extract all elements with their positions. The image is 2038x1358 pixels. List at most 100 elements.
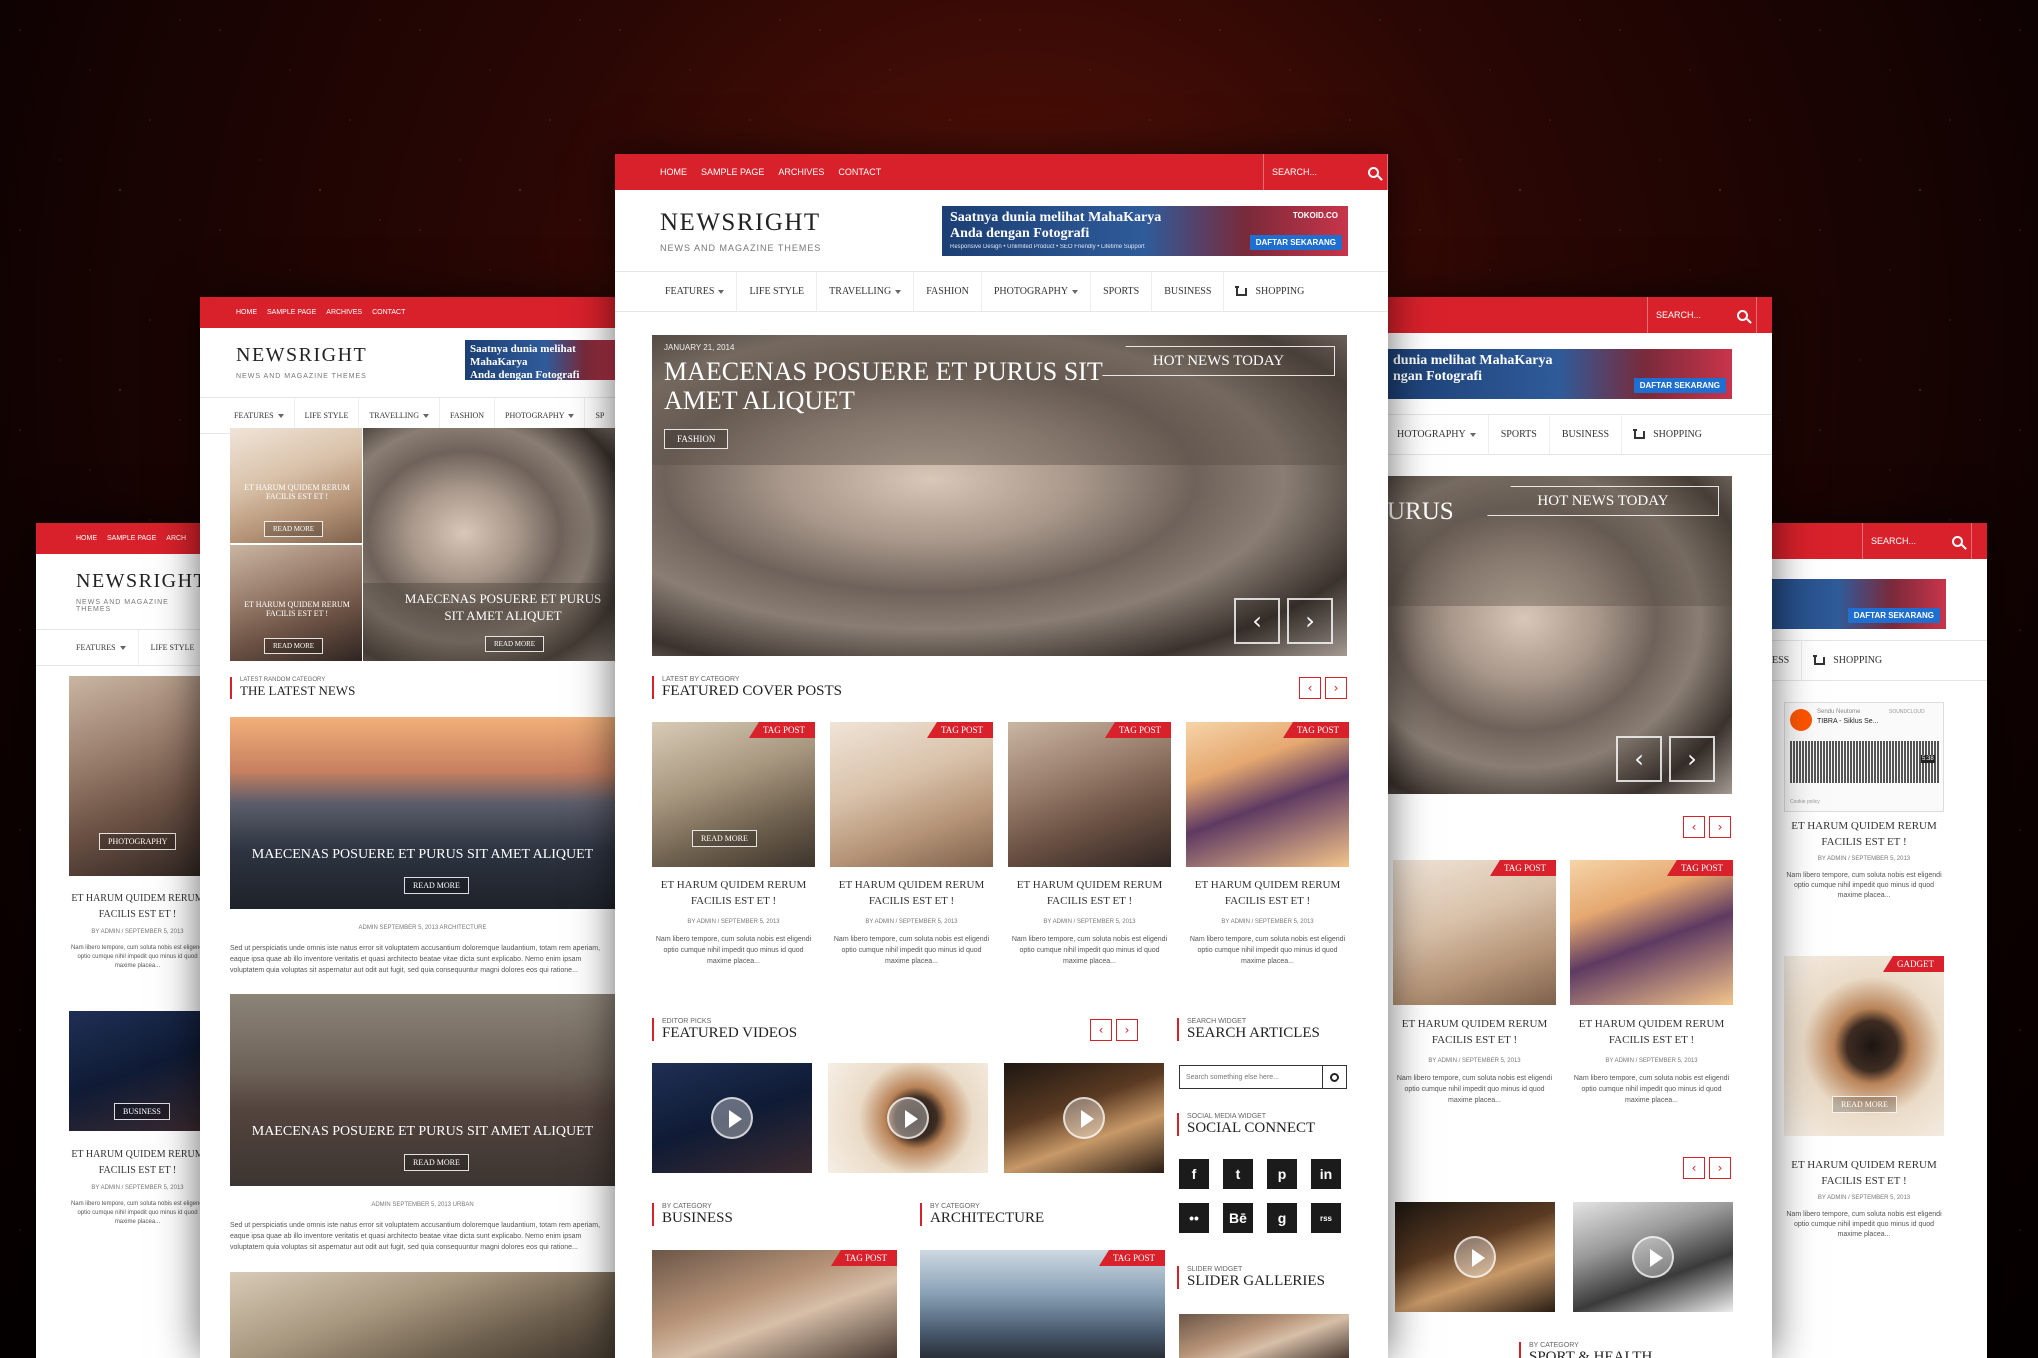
linkedin-icon[interactable]: in bbox=[1311, 1159, 1341, 1189]
gadget-tag[interactable]: GADGET bbox=[1883, 956, 1944, 972]
post-title-2[interactable]: ET HARUM QUIDEM RERUM FACILIS EST ET ! bbox=[69, 1147, 206, 1179]
video-thumb-1[interactable] bbox=[652, 1063, 812, 1173]
nav-travelling[interactable]: TRAVELLING bbox=[817, 272, 915, 311]
article-title-2[interactable]: MAECENAS POSUERE ET PURUS SIT AMET ALIQU… bbox=[230, 1124, 615, 1140]
post-title[interactable]: ET HARUM QUIDEM RERUM FACILIS EST ET ! bbox=[652, 877, 815, 909]
soundcloud-footer[interactable]: Cookie policy bbox=[1790, 799, 1820, 805]
site-logo[interactable]: NEWSRIGHT bbox=[76, 570, 206, 593]
play-icon[interactable] bbox=[887, 1097, 929, 1139]
post-image-business[interactable]: BUSINESS bbox=[69, 1011, 206, 1131]
gadget-post-image[interactable]: GADGET READ MORE bbox=[1784, 956, 1944, 1136]
top-menu-archives[interactable]: ARCHIVES bbox=[326, 309, 362, 316]
prev-slide-button[interactable]: ‹ bbox=[1234, 598, 1280, 644]
hero-title-fragment[interactable]: URUS bbox=[1387, 498, 1454, 526]
video-thumb-2[interactable] bbox=[828, 1063, 988, 1173]
google-icon[interactable]: g bbox=[1267, 1203, 1297, 1233]
tag-post-label[interactable]: TAG POST bbox=[1282, 722, 1349, 738]
search-box[interactable]: SEARCH... bbox=[1263, 154, 1388, 190]
top-menu-home[interactable]: HOME bbox=[236, 309, 257, 316]
site-logo[interactable]: NEWSRIGHT bbox=[660, 209, 821, 237]
next-arrow-button[interactable]: › bbox=[1116, 1019, 1138, 1041]
featured-post-image-3[interactable]: TAG POST bbox=[1008, 722, 1171, 867]
next-slide-button[interactable]: › bbox=[1669, 736, 1715, 782]
hero-category-button[interactable]: FASHION bbox=[664, 429, 729, 449]
tag-post-label[interactable]: TAG POST bbox=[748, 722, 815, 738]
post-title[interactable]: ET HARUM QUIDEM RERUM FACILIS EST ET ! bbox=[69, 891, 206, 923]
latest-article-image-3[interactable] bbox=[230, 1272, 615, 1358]
top-menu-archives[interactable]: ARCHIVES bbox=[778, 167, 824, 177]
hero-title[interactable]: MAECENAS POSUERE ET PURUS SIT AMET ALIQU… bbox=[664, 357, 1104, 415]
nav-photography[interactable]: HOTOGRAPHY bbox=[1385, 415, 1489, 454]
rss-icon[interactable]: rss bbox=[1311, 1203, 1341, 1233]
ad-banner[interactable]: Saatnya dunia melihat MahaKarya Anda den… bbox=[465, 340, 615, 381]
read-more-button[interactable]: READ MORE bbox=[692, 830, 757, 847]
top-menu-archives[interactable]: ARCH bbox=[166, 535, 186, 542]
latest-article-image-1[interactable]: MAECENAS POSUERE ET PURUS SIT AMET ALIQU… bbox=[230, 717, 615, 909]
search-box[interactable]: SEARCH... bbox=[1647, 297, 1757, 333]
ad-banner[interactable]: Saatnya dunia melihat MahaKarya Anda den… bbox=[942, 205, 1348, 256]
nav-shopping[interactable]: SHOPPING bbox=[1622, 415, 1714, 454]
tag-post-label[interactable]: TAG POST bbox=[1098, 1250, 1165, 1266]
nav-business[interactable]: BUSINESS bbox=[1152, 272, 1225, 311]
twitter-icon[interactable]: t bbox=[1223, 1159, 1253, 1189]
search-box[interactable]: SEARCH... bbox=[1862, 523, 1972, 559]
tag-post-label[interactable]: TAG POST bbox=[1489, 860, 1556, 876]
architecture-post-image[interactable]: TAG POST bbox=[920, 1250, 1165, 1358]
play-icon[interactable] bbox=[1063, 1097, 1105, 1139]
mosaic-tile-1[interactable]: ET HARUM QUIDEM RERUM FACILIS EST ET ! R… bbox=[230, 428, 362, 543]
play-icon[interactable] bbox=[1454, 1236, 1496, 1278]
post-title[interactable]: ET HARUM QUIDEM RERUM FACILIS EST ET ! bbox=[1186, 877, 1349, 909]
video-thumb-3[interactable] bbox=[1395, 1202, 1555, 1312]
post-title[interactable]: ET HARUM QUIDEM RERUM FACILIS EST ET ! bbox=[1784, 818, 1944, 850]
search-icon[interactable] bbox=[1952, 535, 1963, 547]
behance-icon[interactable]: Bē bbox=[1223, 1203, 1253, 1233]
top-menu-home[interactable]: HOME bbox=[76, 535, 97, 542]
read-more-button[interactable]: READ MORE bbox=[404, 1154, 469, 1171]
featured-post-image-2[interactable]: TAG POST bbox=[830, 722, 993, 867]
business-post-image[interactable]: TAG POST bbox=[652, 1250, 897, 1358]
post-title[interactable]: ET HARUM QUIDEM RERUM FACILIS EST ET ! bbox=[1393, 1016, 1556, 1048]
nav-sports[interactable]: SPORTS bbox=[1091, 272, 1153, 311]
pinterest-icon[interactable]: p bbox=[1267, 1159, 1297, 1189]
post-title[interactable]: ET HARUM QUIDEM RERUM FACILIS EST ET ! bbox=[1570, 1016, 1733, 1048]
hero-slider[interactable]: JANUARY 21, 2014 MAECENAS POSUERE ET PUR… bbox=[652, 335, 1347, 656]
post-title[interactable]: ET HARUM QUIDEM RERUM FACILIS EST ET ! bbox=[830, 877, 993, 909]
ad-cta-button[interactable]: DAFTAR SEKARANG bbox=[1249, 234, 1342, 250]
search-icon[interactable] bbox=[1737, 309, 1748, 321]
next-arrow-button[interactable]: › bbox=[1709, 1157, 1731, 1179]
prev-arrow-button[interactable]: ‹ bbox=[1683, 816, 1705, 838]
next-arrow-button[interactable]: › bbox=[1325, 677, 1347, 699]
featured-post-image-3[interactable]: TAG POST bbox=[1393, 860, 1556, 1005]
facebook-icon[interactable]: f bbox=[1179, 1159, 1209, 1189]
read-more-button[interactable]: READ MORE bbox=[264, 638, 324, 654]
top-menu-home[interactable]: HOME bbox=[660, 167, 687, 177]
search-input[interactable]: SEARCH... bbox=[1272, 167, 1317, 177]
prev-arrow-button[interactable]: ‹ bbox=[1299, 677, 1321, 699]
tag-post-label[interactable]: TAG POST bbox=[926, 722, 993, 738]
prev-slide-button[interactable]: ‹ bbox=[1616, 736, 1662, 782]
top-menu-contact[interactable]: CONTACT bbox=[838, 167, 881, 177]
read-more-button[interactable]: READ MORE bbox=[404, 877, 469, 894]
video-thumb-3[interactable] bbox=[1004, 1063, 1164, 1173]
top-menu-contact[interactable]: CONTACT bbox=[372, 309, 405, 316]
search-icon[interactable] bbox=[1368, 166, 1379, 178]
nav-features[interactable]: FEATURES bbox=[653, 272, 738, 311]
featured-post-image-4[interactable]: TAG POST bbox=[1186, 722, 1349, 867]
read-more-button[interactable]: READ MORE bbox=[264, 521, 324, 537]
post-title[interactable]: ET HARUM QUIDEM RERUM FACILIS EST ET ! bbox=[1008, 877, 1171, 909]
featured-post-image-1[interactable]: TAG POST READ MORE bbox=[652, 722, 815, 867]
play-icon[interactable] bbox=[1790, 709, 1812, 731]
play-icon[interactable] bbox=[711, 1097, 753, 1139]
latest-article-image-2[interactable]: MAECENAS POSUERE ET PURUS SIT AMET ALIQU… bbox=[230, 994, 615, 1186]
tag-post-label[interactable]: TAG POST bbox=[1104, 722, 1171, 738]
play-icon[interactable] bbox=[1632, 1236, 1674, 1278]
top-menu-sample-page[interactable]: SAMPLE PAGE bbox=[267, 309, 316, 316]
nav-shopping[interactable]: SHOPPING bbox=[1802, 641, 1894, 680]
mosaic-tile-2[interactable]: ET HARUM QUIDEM RERUM FACILIS EST ET ! R… bbox=[230, 545, 362, 661]
nav-life-style[interactable]: LIFE STYLE bbox=[737, 272, 818, 311]
mosaic-tile-big[interactable]: MAECENAS POSUERE ET PURUS SIT AMET ALIQU… bbox=[363, 428, 615, 661]
sidebar-search-button[interactable] bbox=[1322, 1066, 1346, 1088]
next-arrow-button[interactable]: › bbox=[1709, 816, 1731, 838]
post-image-photography[interactable]: PHOTOGRAPHY bbox=[69, 676, 206, 876]
tag-post-label[interactable]: TAG POST bbox=[1666, 860, 1733, 876]
